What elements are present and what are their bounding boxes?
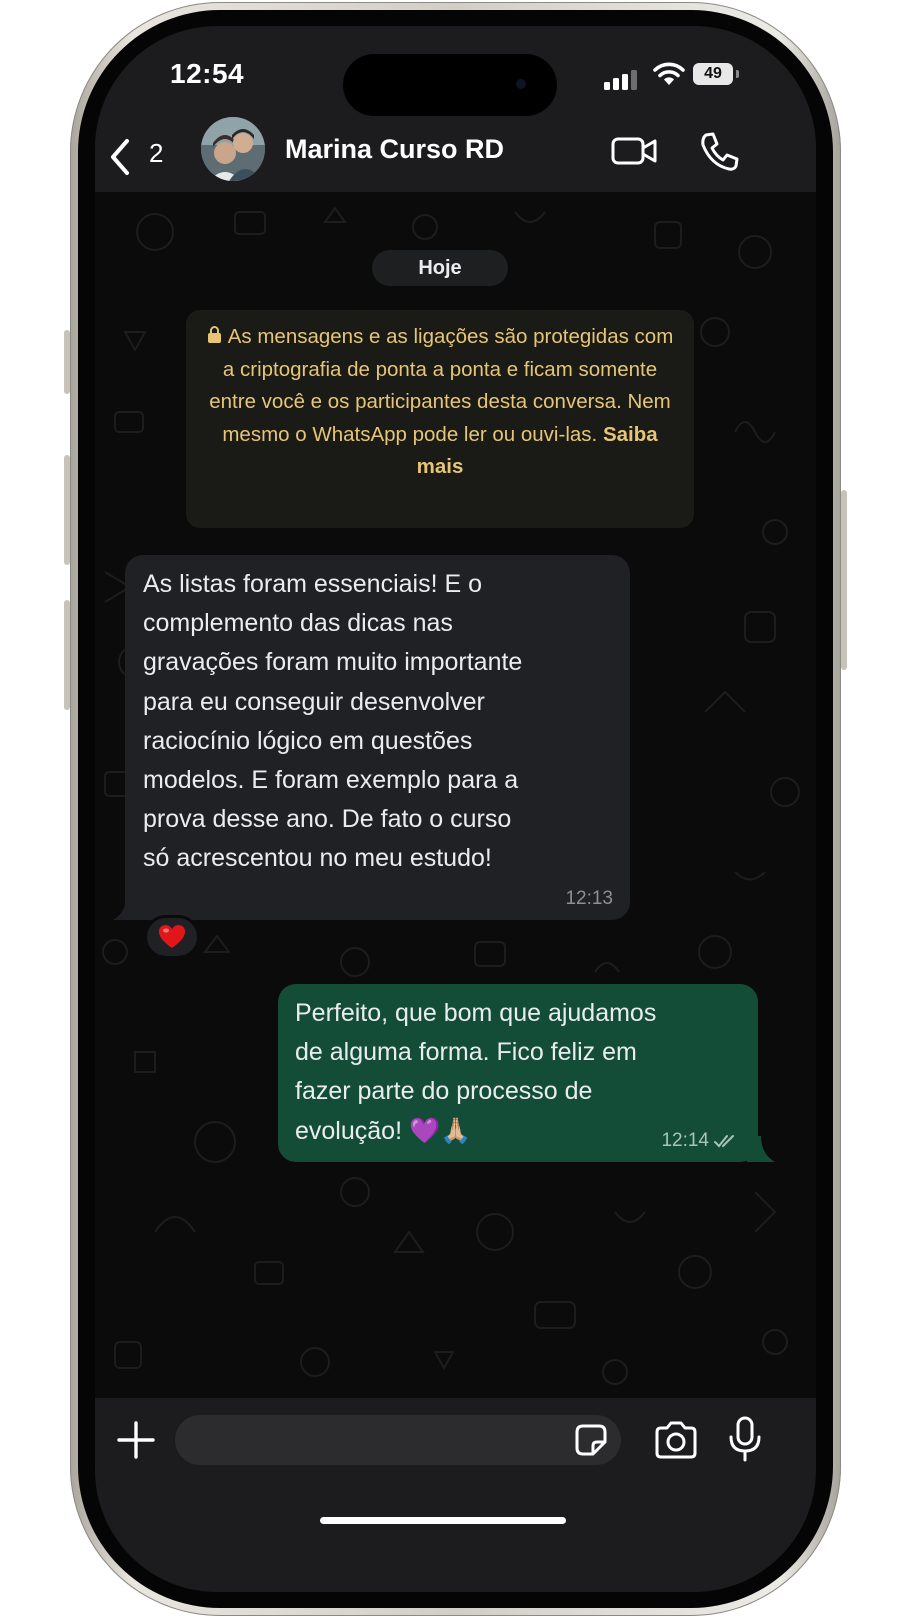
status-bar: 12:54 49 [95,26,816,126]
video-call-icon[interactable] [610,131,660,171]
outgoing-message-bubble[interactable]: Perfeito, que bom que ajudamos de alguma… [278,984,758,1162]
phone-side-button [841,490,847,670]
battery-level: 49 [693,63,733,85]
camera-icon[interactable] [653,1420,699,1460]
chat-header: 2 Marina Curso RD [95,117,816,192]
front-camera-icon [516,79,526,89]
lock-icon [207,321,222,354]
phone-call-icon[interactable] [697,129,741,173]
heart-reaction[interactable] [144,915,200,959]
cellular-signal-icon [604,70,637,90]
home-indicator[interactable] [320,1517,566,1524]
chat-area[interactable]: Hoje As mensagens e as ligações são prot… [95,192,816,1398]
message-input[interactable] [175,1415,621,1465]
battery-cap [736,70,739,78]
status-time: 12:54 [170,58,245,89]
message-text: Perfeito, que bom que ajudamos de alguma… [295,999,657,1145]
date-chip: Hoje [372,250,508,286]
contact-avatar[interactable] [201,117,265,181]
red-heart-icon [159,925,185,948]
incoming-message-bubble[interactable]: As listas foram essenciais! E o compleme… [125,555,630,920]
double-check-read-icon [714,1135,734,1148]
phone-side-button [64,330,70,394]
message-meta: 12:14 [661,1130,740,1152]
message-time: 12:13 [565,888,613,909]
microphone-icon[interactable] [727,1416,763,1462]
phone-screen: 12:54 49 2 Marina Curso RD Hoje As mensa… [95,26,816,1592]
unread-count: 2 [149,138,164,168]
sticker-icon[interactable] [573,1422,609,1458]
message-text: As listas foram essenciais! E o compleme… [143,570,523,873]
wifi-icon [653,62,685,85]
contact-name[interactable]: Marina Curso RD [285,134,504,165]
message-time: 12:14 [661,1130,709,1151]
input-bar [95,1398,816,1592]
phone-side-button [64,455,70,565]
chevron-left-icon [111,139,129,175]
avatar-photo-icon [201,117,265,181]
phone-side-button [64,600,70,710]
dynamic-island [343,54,557,116]
encryption-notice[interactable]: As mensagens e as ligações são protegida… [186,310,694,528]
plus-icon[interactable] [115,1419,157,1461]
